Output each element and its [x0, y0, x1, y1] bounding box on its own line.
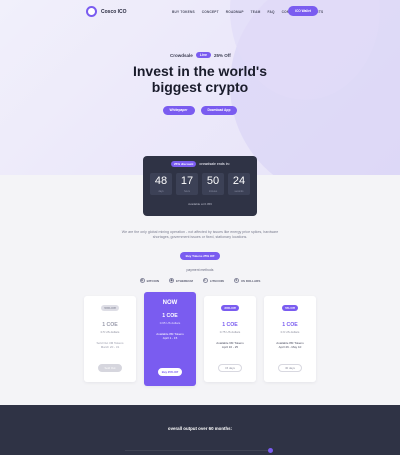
output-section: overall output over 60 months:: [0, 405, 400, 455]
hero-headline: Invest in the world's biggest crypto: [0, 63, 400, 95]
nav-item-concept[interactable]: CONCEPT: [202, 10, 219, 14]
days-unit: days: [158, 190, 164, 193]
hours-value: 17: [180, 175, 194, 187]
pricing-card-stage-2: NOW 1 COE 0.65 US dollars Available 8M T…: [144, 292, 196, 386]
pricing-card-stage-3: 20% Off 1 COE 0.75 US dollars Available …: [204, 296, 256, 382]
payment-litecoin: Ł LITECOIN: [202, 278, 224, 283]
buy-discount-button[interactable]: Buy 25% Off: [158, 368, 182, 376]
pricing-card-stage-4: 5% Off 1 COE 0.9 US dollars Available 8M…: [264, 296, 316, 382]
countdown-header: 25% discount crowdsale ends in:: [171, 161, 230, 167]
countdown-footer: Available at 0.456: [188, 202, 212, 206]
payment-bitcoin: ₿ BITCOIN: [139, 278, 159, 283]
logo[interactable]: Cosco ICO: [86, 6, 127, 17]
headline-line-2: biggest crypto: [151, 79, 249, 95]
nav-item-buy-tokens[interactable]: BUY TOKENS: [172, 10, 195, 14]
sale-dates: March 20 - 31: [100, 345, 120, 349]
logo-text: Cosco ICO: [101, 8, 127, 15]
download-app-button[interactable]: Download App: [200, 106, 238, 115]
ico-wallet-button[interactable]: ICO Wallet: [288, 6, 318, 16]
output-chart-line: [125, 450, 268, 451]
countdown-label: crowdsale ends in:: [199, 162, 230, 166]
discount-badge: 25% discount: [171, 161, 197, 167]
payment-label: BITCOIN: [146, 278, 159, 283]
nav-item-team[interactable]: TEAM: [251, 10, 261, 14]
days-left-button[interactable]: 15 days: [218, 364, 242, 372]
output-title: overall output over 60 months:: [167, 426, 233, 431]
litecoin-icon: Ł: [202, 278, 208, 283]
crowdsale-label: Crowdsale: [170, 52, 193, 58]
hero-section: Cosco ICO BUY TOKENS CONCEPT ROADMAP TEA…: [0, 0, 400, 175]
token-amount: 1 COE: [282, 322, 298, 328]
payment-us-dollars: $ US DOLLARS: [233, 278, 261, 283]
top-navigation: Cosco ICO BUY TOKENS CONCEPT ROADMAP TEA…: [0, 0, 400, 24]
hours-unit: hours: [184, 190, 190, 193]
token-price: 0.65 US dollars: [159, 321, 181, 325]
token-amount: 1 COE: [162, 313, 178, 319]
buy-tokens-button[interactable]: Buy Tokens 25% Off: [180, 252, 220, 260]
sold-out-button[interactable]: Sold Out: [98, 364, 122, 372]
discount-badge: 5% Off: [282, 305, 298, 311]
whitepaper-button[interactable]: Whitepaper: [162, 106, 195, 115]
token-price: 0.75 US dollars: [219, 330, 241, 334]
dollar-icon: $: [233, 278, 239, 283]
discount-badge: 20% Off: [221, 305, 239, 311]
hero-buttons: Whitepaper Download App: [0, 106, 400, 115]
countdown-minutes: 50 minutes: [202, 173, 224, 195]
token-price: 0.9 US dollars: [280, 330, 300, 334]
pricing-card-stage-1: 50% Off 1 COE 0.5 US dollars Sold Out 3M…: [84, 296, 136, 382]
days-value: 48: [154, 175, 168, 187]
intro-description: We are the only global mining operation …: [121, 230, 279, 239]
crowdsale-banner: Crowdsale Live 25% Off: [170, 52, 231, 58]
sale-dates: April 26 - May 10: [278, 345, 302, 349]
nav-item-roadmap[interactable]: ROADMAP: [226, 10, 244, 14]
countdown-hours: 17 hours: [176, 173, 198, 195]
ethereum-icon: ◆: [169, 278, 174, 283]
minutes-value: 50: [206, 175, 220, 187]
seconds-value: 24: [232, 175, 246, 187]
sale-dates: April 1 - 15: [162, 336, 178, 340]
countdown-seconds: 24 seconds: [228, 173, 250, 195]
minutes-unit: minutes: [208, 190, 218, 193]
payment-methods: ₿ BITCOIN ◆ ETHEREUM Ł LITECOIN $ US DOL…: [0, 278, 400, 283]
payment-methods-title: payment methods: [186, 268, 214, 272]
token-amount: 1 COE: [102, 322, 118, 328]
pricing-cards: 50% Off 1 COE 0.5 US dollars Sold Out 3M…: [84, 292, 318, 386]
crowdsale-discount: 25% Off: [213, 52, 231, 58]
payment-label: ETHEREUM: [176, 278, 193, 283]
output-chart-marker: [268, 448, 273, 453]
current-stage-label: NOW: [162, 300, 178, 306]
payment-label: US DOLLARS: [240, 278, 261, 283]
headline-line-1: Invest in the world's: [132, 63, 268, 79]
logo-icon: [86, 6, 97, 17]
payment-ethereum: ◆ ETHEREUM: [169, 278, 193, 283]
crowdsale-live-badge: Live: [195, 52, 211, 58]
bitcoin-icon: ₿: [139, 278, 145, 283]
token-price: 0.5 US dollars: [100, 330, 120, 334]
countdown-digits: 48 days 17 hours 50 minutes 24 seconds: [150, 173, 250, 195]
discount-badge: 50% Off: [101, 305, 119, 311]
countdown-panel: 25% discount crowdsale ends in: 48 days …: [143, 156, 257, 216]
days-left-button[interactable]: 30 days: [278, 364, 302, 372]
token-amount: 1 COE: [222, 322, 238, 328]
payment-label: LITECOIN: [209, 278, 224, 283]
sale-dates: April 16 - 25: [221, 345, 239, 349]
seconds-unit: seconds: [234, 190, 244, 193]
countdown-days: 48 days: [150, 173, 172, 195]
nav-item-faq[interactable]: FAQ: [268, 10, 275, 14]
